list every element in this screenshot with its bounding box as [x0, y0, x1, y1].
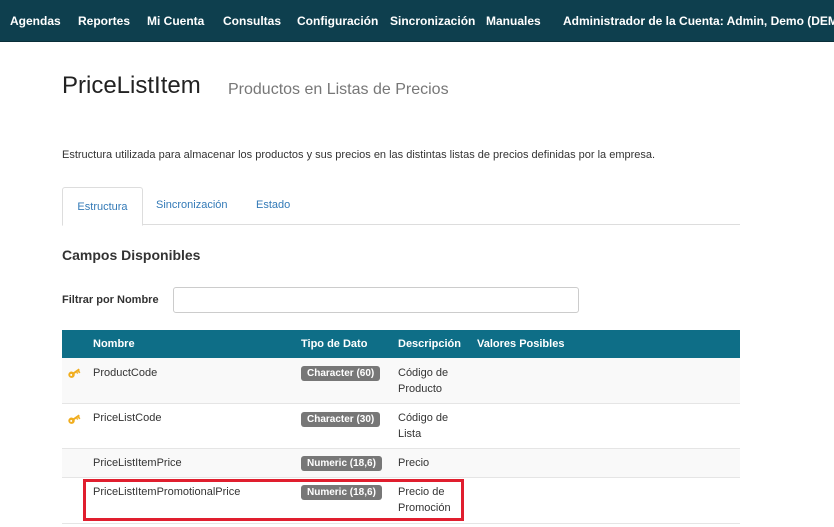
- header-tipo-de-dato: Tipo de Dato: [301, 338, 368, 350]
- field-name: ProductCode: [93, 367, 158, 379]
- tab-sincronizacion[interactable]: Sincronización: [156, 187, 228, 225]
- highlight-box: [83, 479, 464, 521]
- page-subtitle: Productos en Listas de Precios: [228, 81, 449, 98]
- nav-configuracion[interactable]: Configuración: [297, 0, 378, 42]
- section-title: Campos Disponibles: [62, 247, 201, 263]
- field-description: Código de Producto: [398, 367, 449, 395]
- page-title: PriceListItem: [62, 72, 201, 99]
- key-icon: [68, 414, 81, 424]
- nav-reportes[interactable]: Reportes: [78, 0, 130, 42]
- header-valores-posibles: Valores Posibles: [477, 338, 565, 350]
- data-type-badge: Character (60): [301, 366, 381, 381]
- account-label: Administrador de la Cuenta: Admin, Demo …: [563, 14, 834, 28]
- data-type-badge: Numeric (18,6): [301, 456, 382, 471]
- nav-mi-cuenta[interactable]: Mi Cuenta: [147, 0, 204, 42]
- nav-agendas[interactable]: Agendas: [10, 0, 61, 42]
- tab-estado[interactable]: Estado: [256, 187, 290, 225]
- tab-bar: Estructura Sincronización Estado: [62, 187, 740, 226]
- nav-consultas[interactable]: Consultas: [223, 0, 281, 42]
- filter-label: Filtrar por Nombre: [62, 294, 159, 306]
- field-description: Precio: [398, 457, 430, 469]
- field-description: Código de Lista: [398, 412, 449, 440]
- header-nombre: Nombre: [93, 338, 135, 350]
- table-row: PriceListCode Character (30) Código de L…: [62, 404, 740, 449]
- table-row: PriceListItemPrice Numeric (18,6) Precio: [62, 449, 740, 478]
- filter-name-input[interactable]: [173, 287, 579, 313]
- data-type-badge: Character (30): [301, 412, 381, 427]
- page-description: Estructura utilizada para almacenar los …: [62, 149, 656, 161]
- key-icon: [68, 368, 81, 378]
- tab-estructura[interactable]: Estructura: [62, 187, 143, 226]
- table-row: ProductCode Character (60) Código de Pro…: [62, 358, 740, 404]
- header-descripcion: Descripción: [398, 338, 461, 350]
- nav-sincronizacion[interactable]: Sincronización: [390, 0, 475, 42]
- field-name: PriceListCode: [93, 412, 162, 424]
- nav-manuales[interactable]: Manuales: [486, 0, 541, 42]
- account-menu[interactable]: Administrador de la Cuenta: Admin, Demo …: [563, 0, 834, 42]
- field-name: PriceListItemPrice: [93, 457, 182, 469]
- top-navbar: Agendas Reportes Mi Cuenta Consultas Con…: [0, 0, 834, 42]
- table-header: Nombre Tipo de Dato Descripción Valores …: [62, 330, 740, 358]
